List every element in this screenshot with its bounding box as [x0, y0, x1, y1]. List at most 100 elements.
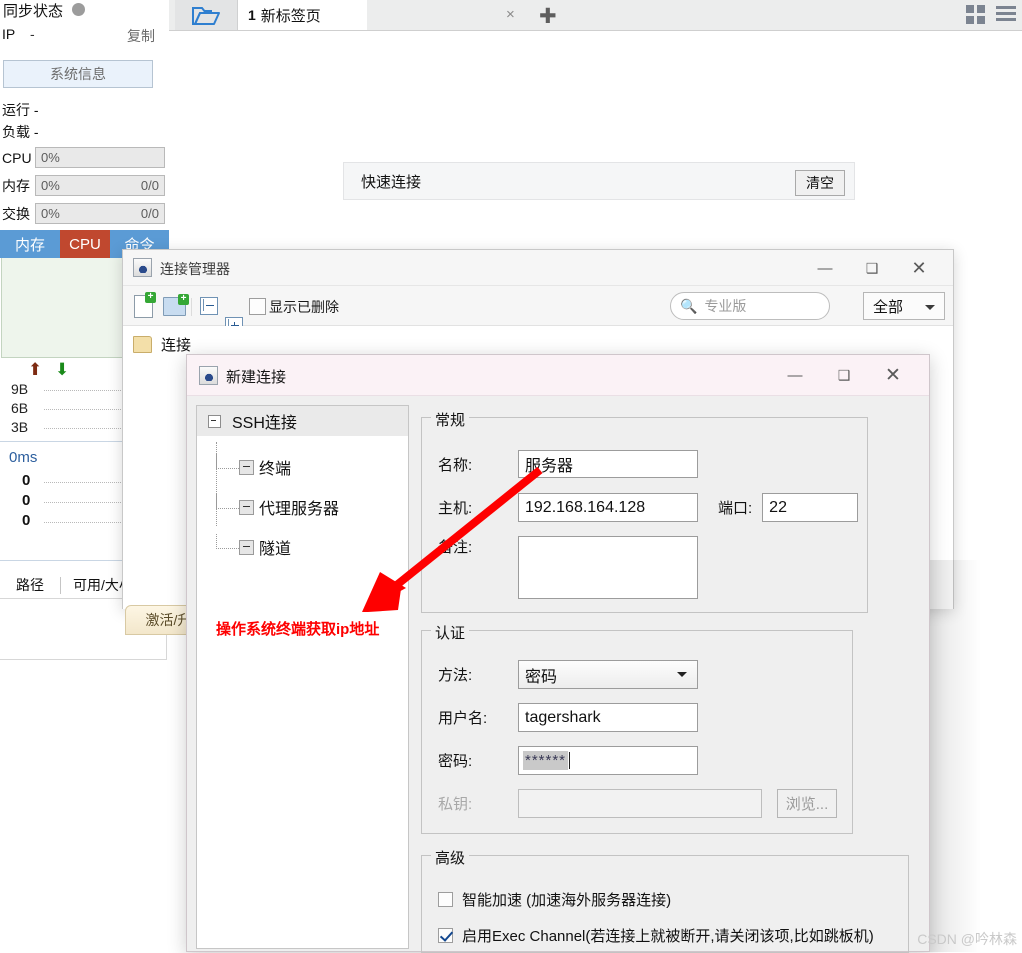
smart-accel-option[interactable]: 智能加速 (加速海外服务器连接) — [438, 889, 671, 910]
collapse-toggle-icon[interactable] — [239, 540, 254, 555]
ip-value: - — [30, 26, 35, 42]
tree-node-label: SSH连接 — [232, 415, 297, 432]
search-input[interactable]: 🔍 专业版 — [670, 292, 830, 320]
open-folder-icon[interactable] — [175, 0, 238, 30]
username-field[interactable]: tagershark — [518, 703, 698, 732]
exec-channel-option[interactable]: 启用Exec Channel(若连接上就被断开,请关闭该项,比如跳板机) — [438, 925, 874, 946]
privatekey-field — [518, 789, 762, 818]
tree-node-tunnel[interactable]: 隧道 — [197, 534, 408, 558]
ip-label: IP — [2, 26, 16, 42]
new-folder-icon[interactable]: + — [163, 294, 189, 316]
latency-row-3: 0 — [22, 512, 31, 529]
latency-row-2: 0 — [22, 492, 31, 509]
name-field[interactable]: 服务器 — [518, 450, 698, 478]
cpu-meter-row: CPU 0% — [2, 147, 165, 168]
watermark: CSDN @吟林森 — [917, 931, 1017, 947]
checkbox-unchecked[interactable] — [438, 892, 453, 907]
sidebar-tab-memory[interactable]: 内存 — [0, 230, 60, 258]
host-label: 主机: — [438, 500, 473, 517]
tree-node-proxy[interactable]: 代理服务器 — [197, 494, 408, 518]
host-field[interactable]: 192.168.164.128 — [518, 493, 698, 522]
net-scale-3b: 3B — [11, 419, 29, 435]
maximize-button[interactable]: ❑ — [849, 250, 895, 286]
folder-icon — [133, 336, 152, 353]
latency-row-1: 0 — [22, 472, 31, 489]
auth-group: 认证 方法: 密码 用户名: tagershark 密码: ****** 私钥: — [421, 622, 853, 834]
close-icon[interactable]: × — [506, 6, 515, 23]
memory-meter-percent: 0% — [41, 178, 60, 193]
port-field[interactable]: 22 — [762, 493, 859, 522]
password-label: 密码: — [438, 753, 473, 770]
connection-manager-titlebar[interactable]: 连接管理器 — ❑ ✕ — [123, 250, 953, 286]
tree-node-label: 代理服务器 — [259, 501, 340, 518]
password-value: ****** — [523, 751, 569, 770]
close-button[interactable]: ✕ — [896, 250, 942, 286]
tree-node-label: 终端 — [259, 461, 292, 478]
collapse-all-icon[interactable] — [200, 297, 218, 315]
tree-node-ssh[interactable]: SSH连接 — [197, 406, 408, 436]
collapse-toggle-icon[interactable] — [239, 460, 254, 475]
window-edge-shadow — [930, 560, 1022, 952]
chevron-down-icon — [925, 305, 935, 315]
minimize-button[interactable]: — — [772, 355, 818, 396]
tab-new-page[interactable]: 1 新标签页 — [238, 0, 367, 30]
advanced-legend: 高级 — [431, 847, 470, 868]
disk-col-path: 路径 — [16, 577, 44, 593]
search-placeholder: 专业版 — [704, 298, 747, 314]
new-document-icon[interactable]: + — [134, 292, 156, 318]
collapse-toggle-icon[interactable] — [239, 500, 254, 515]
load-label: 负载 - — [2, 124, 39, 140]
method-dropdown[interactable]: 密码 — [518, 660, 698, 689]
connection-manager-toolbar: + + 显示已删除 🔍 专业版 全部 — [123, 286, 953, 335]
memory-meter-right: 0/0 — [140, 178, 159, 193]
general-legend: 常规 — [431, 409, 470, 430]
sync-status-label: 同步状态 — [3, 3, 64, 20]
tree-node-terminal[interactable]: 终端 — [197, 454, 408, 478]
method-row: 方法: 密码 — [438, 660, 698, 689]
system-info-button[interactable]: 系统信息 — [3, 60, 153, 88]
remark-label: 备注: — [438, 539, 473, 556]
close-button[interactable]: ✕ — [870, 355, 916, 396]
filter-dropdown[interactable]: 全部 — [863, 292, 945, 320]
swap-meter-label: 交换 — [2, 205, 30, 222]
cpu-meter-label: CPU — [2, 149, 32, 166]
copy-button[interactable]: 复制 — [127, 26, 155, 46]
swap-meter-right: 0/0 — [140, 206, 159, 221]
uptime-label: 运行 - — [2, 102, 39, 118]
java-app-icon — [133, 258, 152, 277]
password-field[interactable]: ****** — [518, 746, 698, 775]
method-label: 方法: — [438, 667, 473, 684]
browse-button: 浏览... — [777, 789, 837, 818]
tab-label: 新标签页 — [260, 7, 321, 25]
sidebar-tab-cpu[interactable]: CPU — [60, 230, 110, 258]
name-row: 名称: 服务器 — [438, 450, 698, 478]
swap-meter-percent: 0% — [41, 206, 60, 221]
grid-view-icon[interactable] — [966, 5, 986, 25]
latency-value: 0ms — [9, 449, 38, 466]
toolbar-divider — [191, 298, 192, 316]
status-dot — [72, 3, 85, 16]
show-deleted-checkbox[interactable] — [249, 298, 266, 315]
tree-item-connections[interactable]: 连接 — [133, 334, 191, 355]
remark-field[interactable] — [518, 536, 698, 599]
port-label: 端口: — [718, 500, 753, 517]
annotation-text: 操作系统终端获取ip地址 — [216, 621, 380, 638]
new-connection-titlebar[interactable]: 新建连接 — ❑ ✕ — [187, 355, 929, 396]
checkbox-checked[interactable] — [438, 928, 453, 943]
list-view-icon[interactable] — [996, 6, 1016, 22]
tab-index: 1 — [248, 7, 256, 23]
quick-connect-bar: 快速连接 清空 — [343, 162, 855, 200]
chevron-down-icon — [677, 672, 687, 682]
connection-manager-title: 连接管理器 — [160, 261, 230, 277]
net-scale-9b: 9B — [11, 381, 29, 397]
swap-meter-row: 交换 0% 0/0 — [2, 203, 165, 224]
name-label: 名称: — [438, 456, 473, 474]
maximize-button[interactable]: ❑ — [821, 355, 867, 396]
memory-meter-label: 内存 — [2, 177, 30, 194]
cpu-meter-box: 0% — [35, 147, 165, 168]
clear-button[interactable]: 清空 — [795, 170, 845, 196]
new-tab-plus-icon[interactable]: ✚ — [539, 4, 557, 29]
collapse-toggle-icon[interactable] — [208, 414, 221, 428]
memory-meter-row: 内存 0% 0/0 — [2, 175, 165, 196]
minimize-button[interactable]: — — [802, 250, 848, 286]
